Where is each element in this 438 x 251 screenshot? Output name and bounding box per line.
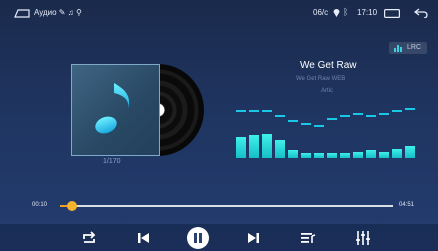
- visualizer-bar: [275, 140, 285, 158]
- pause-button[interactable]: [183, 224, 209, 251]
- visualizer-bar: [405, 146, 415, 158]
- previous-icon: [138, 233, 149, 243]
- track-index: 1/170: [103, 158, 121, 165]
- visualizer-bar: [340, 153, 350, 158]
- location-icon: [333, 9, 340, 17]
- song-title: We Get Raw: [300, 60, 357, 71]
- visualizer-bar: [301, 153, 311, 158]
- playlist-icon: [301, 233, 316, 243]
- visualizer-peak: [392, 110, 402, 112]
- next-button[interactable]: [240, 224, 266, 251]
- home-outline-icon[interactable]: [14, 9, 30, 18]
- equalizer-icon: [356, 231, 370, 245]
- visualizer-bar: [288, 150, 298, 158]
- status-speed: 06/с: [313, 8, 329, 17]
- lrc-toggle-button[interactable]: LRC: [389, 42, 427, 54]
- total-time: 04:51: [399, 202, 415, 208]
- visualizer-bar: [236, 137, 246, 158]
- visualizer-peak: [275, 115, 285, 117]
- visualizer-bar: [262, 134, 272, 158]
- status-bar: Аудио ✎ ♫ ⚲ 06/с ᛒ 17:10: [0, 0, 438, 26]
- visualizer-peak: [262, 110, 272, 112]
- visualizer-bar: [353, 152, 363, 158]
- playback-controls: [0, 224, 438, 251]
- pause-icon: [187, 227, 209, 249]
- visualizer-peak: [340, 115, 350, 117]
- visualizer-peak: [366, 115, 376, 117]
- lyrics-bars-icon: [394, 45, 402, 52]
- music-player-screen: Аудио ✎ ♫ ⚲ 06/с ᛒ 17:10 1/170 We Get Ra…: [0, 0, 438, 251]
- status-app-label: Аудио ✎ ♫ ⚲: [34, 8, 82, 17]
- next-icon: [248, 233, 259, 243]
- lrc-label: LRC: [407, 44, 422, 51]
- current-time: 00:10: [32, 202, 48, 208]
- visualizer-bar: [392, 149, 402, 158]
- song-artist: Artic: [321, 88, 333, 94]
- previous-button[interactable]: [131, 224, 157, 251]
- playlist-button[interactable]: [295, 224, 321, 251]
- visualizer-peak: [327, 118, 337, 120]
- equalizer-button[interactable]: [350, 224, 376, 251]
- album-cover[interactable]: [71, 64, 160, 156]
- progress-knob[interactable]: [66, 201, 77, 211]
- visualizer-peak: [314, 125, 324, 127]
- status-time: 17:10: [357, 8, 378, 17]
- visualizer-peak: [301, 123, 311, 125]
- music-note-icon: [95, 83, 130, 134]
- visualizer-peak: [353, 113, 363, 115]
- progress-track[interactable]: [60, 205, 393, 207]
- bluetooth-icon: ᛒ: [343, 7, 349, 17]
- visualizer-bar: [314, 153, 324, 158]
- repeat-icon: [83, 231, 96, 243]
- visualizer-bar: [327, 153, 337, 158]
- visualizer-peak: [236, 110, 246, 112]
- visualizer-peak: [379, 113, 389, 115]
- repeat-button[interactable]: [76, 224, 102, 251]
- visualizer-peak: [405, 108, 415, 110]
- window-icon[interactable]: [384, 9, 400, 18]
- song-album: We Get Raw WEB: [296, 76, 346, 82]
- visualizer-bar: [379, 152, 389, 158]
- visualizer-peak: [288, 120, 298, 122]
- back-arrow-icon[interactable]: [414, 8, 428, 18]
- visualizer-bar: [249, 135, 259, 158]
- visualizer-bar: [366, 150, 376, 158]
- visualizer-peak: [249, 110, 259, 112]
